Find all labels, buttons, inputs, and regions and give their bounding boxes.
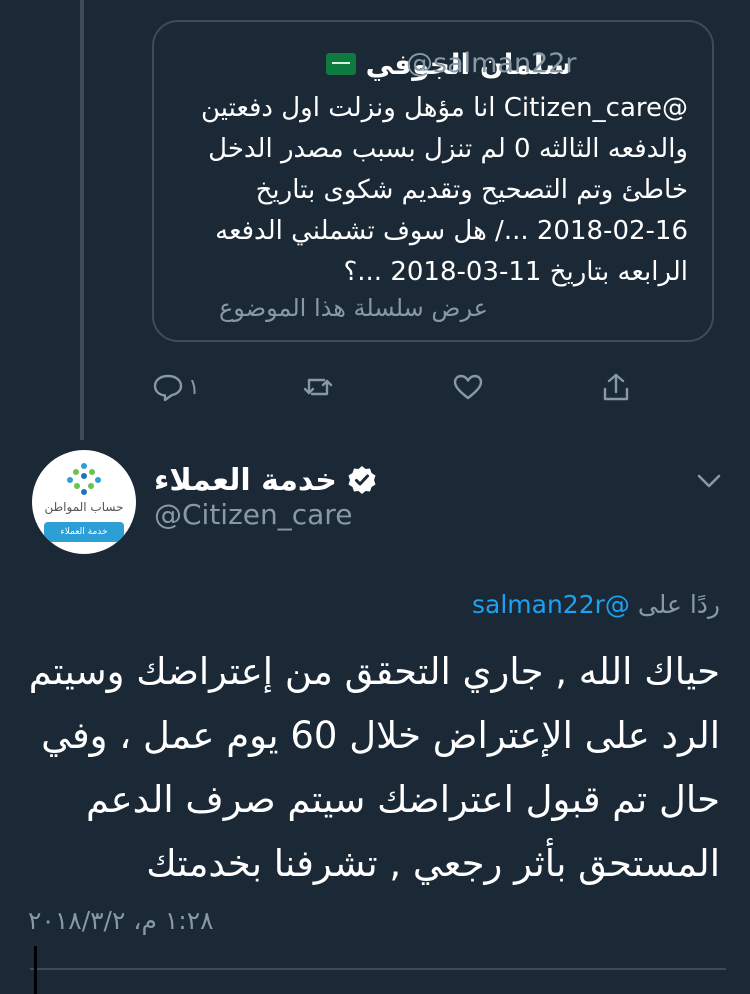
- citizen-account-logo-icon: [67, 463, 101, 495]
- replying-to-mention[interactable]: @salman22r: [472, 590, 630, 619]
- like-button[interactable]: [452, 368, 484, 406]
- tweet-text-line: حياك الله , جاري التحقق من إعتراضك وسيتم: [28, 650, 720, 693]
- replying-to: ردًا على @salman22r: [472, 590, 720, 619]
- tweet-text-line: المستحق بأثر رجعي , تشرفنا بخدمتك: [146, 842, 720, 885]
- avatar-label: حساب المواطن: [44, 500, 124, 514]
- tweet-text-line: الرد على الإعتراض خلال 60 يوم عمل ، وفي: [41, 714, 720, 757]
- quoted-text-line: 2018-02-16 .../ هل سوف تشملني الدفعه: [215, 216, 688, 246]
- quoted-text-line: خاطئ وتم التصحيح وتقديم شكوى بتاريخ: [255, 175, 688, 205]
- saudi-flag-icon: [325, 53, 356, 75]
- share-button[interactable]: [600, 368, 632, 406]
- quoted-text-line: @Citizen_care انا مؤهل ونزلت اول دفعتين: [200, 93, 688, 123]
- divider: [30, 968, 726, 970]
- reply-author[interactable]: خدمة العملاء: [154, 460, 377, 500]
- reply-button[interactable]: ١: [152, 368, 200, 406]
- replying-to-label: ردًا على: [637, 590, 720, 619]
- tweet-timestamp[interactable]: ١:٢٨ م، ٢٠١٨/٣/٢: [28, 906, 214, 935]
- retweet-icon: [303, 378, 333, 396]
- tweet-text: حياك الله , جاري التحقق من إعتراضك وسيتم…: [28, 640, 720, 896]
- reply-count: ١: [188, 374, 200, 400]
- share-icon: [603, 373, 629, 401]
- quoted-text-line: والدفعه الثالثه 0 لم تنزل بسبب مصدر الدخ…: [208, 134, 688, 164]
- quoted-tweet-text: @Citizen_care انا مؤهل ونزلت اول دفعتين …: [174, 88, 688, 293]
- tweet-text-line: حال تم قبول اعتراضك سيتم صرف الدعم: [85, 778, 720, 821]
- reply-icon: [153, 374, 183, 402]
- reply-author-name: خدمة العملاء: [154, 462, 337, 498]
- quoted-tweet-card[interactable]: سلمان الجوفي @salman22r @Citizen_care ان…: [152, 20, 714, 342]
- thread-connector-line: [80, 0, 84, 440]
- heart-icon: [453, 374, 483, 400]
- quoted-text-line: الرابعه بتاريخ 11-03-2018 ...؟: [343, 257, 688, 287]
- retweet-button[interactable]: [302, 368, 334, 406]
- show-thread-link[interactable]: عرض سلسلة هذا الموضوع: [219, 294, 488, 322]
- quoted-author-handle[interactable]: @salman22r: [406, 48, 577, 79]
- verified-badge-icon: [348, 466, 376, 494]
- chevron-down-icon[interactable]: [694, 468, 724, 494]
- avatar[interactable]: حساب المواطن خدمة العملاء: [32, 450, 136, 554]
- avatar-badge: خدمة العملاء: [44, 522, 124, 542]
- pointer-cursor-icon: [34, 946, 37, 994]
- reply-author-handle[interactable]: @Citizen_care: [154, 498, 352, 531]
